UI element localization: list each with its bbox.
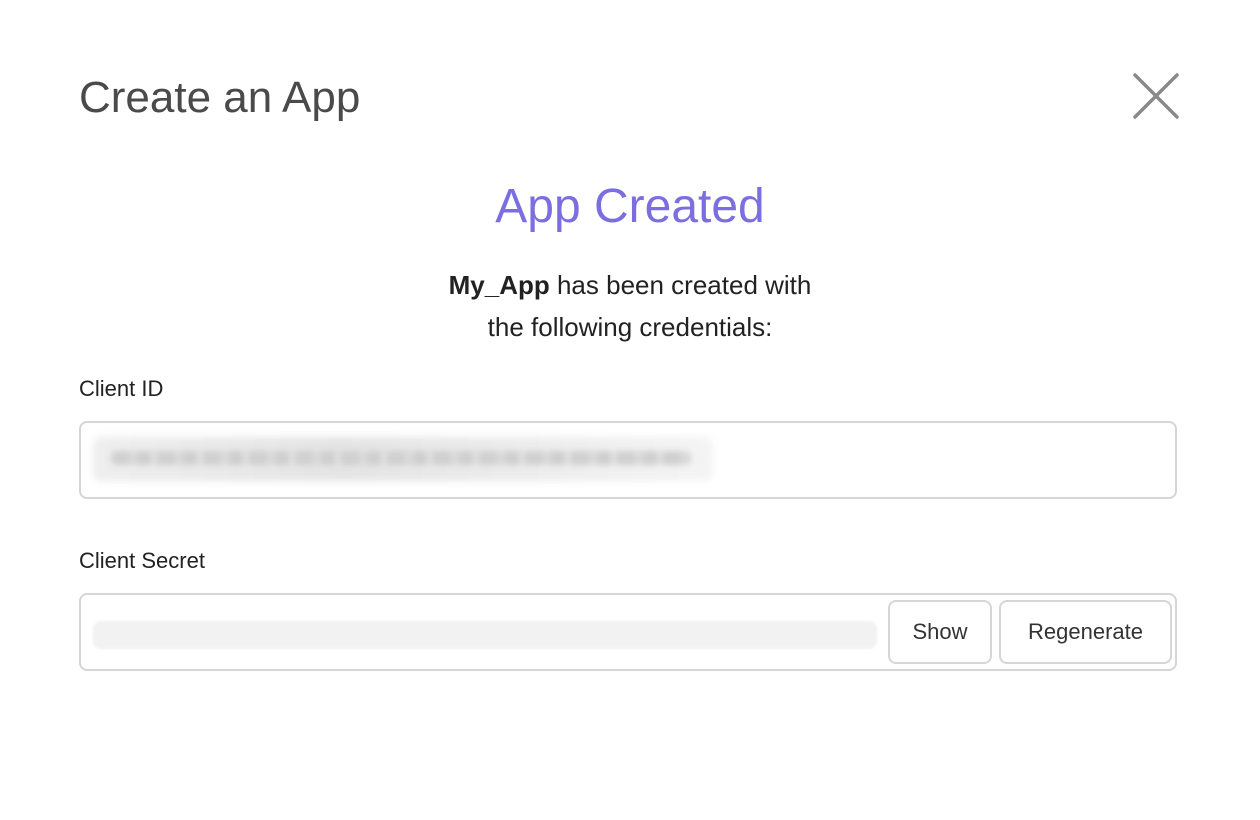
client-id-redacted-text [111, 451, 691, 465]
client-secret-field[interactable]: Show Regenerate [79, 593, 1177, 671]
show-secret-button[interactable]: Show [888, 600, 992, 664]
close-button[interactable] [1130, 70, 1182, 122]
app-name: My_App [448, 270, 550, 300]
dialog-title: Create an App [79, 73, 361, 122]
client-id-field[interactable] [79, 421, 1177, 499]
create-app-dialog: Create an App App Created My_App has bee… [0, 0, 1260, 820]
client-secret-label: Client Secret [79, 548, 205, 573]
close-icon [1133, 73, 1179, 119]
client-id-label: Client ID [79, 376, 164, 401]
regenerate-secret-button[interactable]: Regenerate [999, 600, 1172, 664]
success-message-line1: has been created with [549, 270, 812, 300]
success-message: My_App has been created with the followi… [330, 264, 930, 348]
success-message-line2: the following credentials: [487, 312, 773, 342]
success-heading: App Created [495, 180, 765, 233]
client-secret-redacted-value [93, 621, 877, 649]
